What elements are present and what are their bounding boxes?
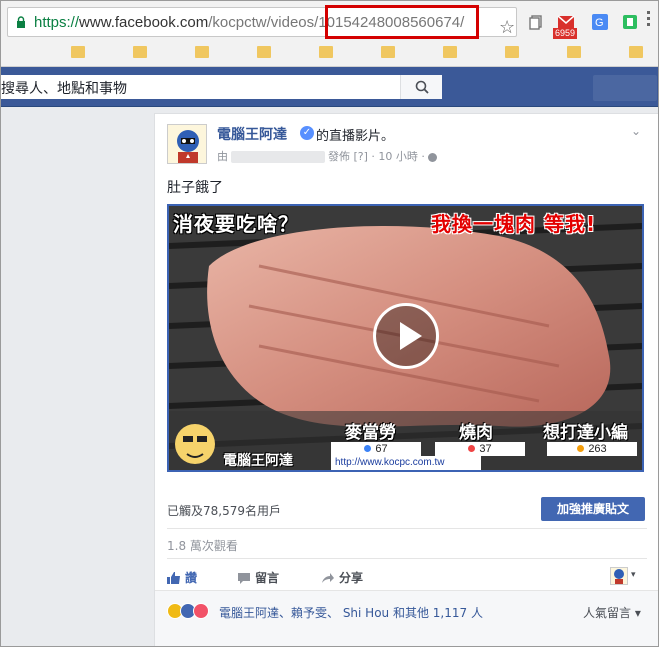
bookmark-folder-icon[interactable] [71, 46, 85, 58]
vote-count-value: 263 [588, 443, 607, 455]
video-caption-right: 我換一塊肉 等我! [431, 212, 597, 236]
reach-stats[interactable]: 已觸及78,579名用戶 [167, 502, 281, 519]
url-scheme: https:// [34, 14, 80, 31]
share-icon [322, 573, 334, 583]
verified-badge-icon: ✓ [300, 126, 314, 140]
video-site-url: http://www.kocpc.com.tw [331, 456, 481, 470]
play-button-icon[interactable] [373, 303, 439, 369]
divider [167, 558, 647, 559]
mail-count-badge: 6959 [553, 28, 578, 39]
facebook-header: 搜尋人、地點和事物 [1, 67, 658, 107]
like-label: 讚 [185, 571, 198, 585]
bookmark-folder-icon[interactable] [629, 46, 643, 58]
like-button[interactable]: 讚 [167, 569, 197, 586]
comment-icon [238, 573, 250, 584]
thumbs-up-icon [167, 572, 180, 584]
share-label: 分享 [339, 571, 364, 585]
post-options-chevron-icon[interactable]: ⌄ [631, 124, 641, 138]
view-count: 1.8 萬次觀看 [167, 539, 238, 553]
search-button[interactable] [400, 75, 442, 99]
comment-sort-dropdown[interactable]: 人氣留言 ▾ [583, 604, 641, 621]
meta-help-link[interactable]: [?] [354, 150, 368, 163]
post-action-text: 的直播影片。 [316, 129, 395, 144]
url-host: www.facebook.com [79, 14, 209, 31]
vote-dot-icon [468, 445, 476, 452]
url-path: /kocpctw/videos/ [208, 14, 319, 31]
bookmark-folder-icon[interactable] [319, 46, 333, 58]
video-caption-left: 消夜要吃啥？ [173, 212, 299, 236]
video-player[interactable]: 消夜要吃啥？ 我換一塊肉 等我! 麥當勞 燒肉 想打達小編 67 37 263 … [167, 204, 644, 472]
lock-icon [17, 16, 25, 28]
post-text: 肚子餓了 [167, 180, 223, 196]
vote-count: 67 [331, 442, 421, 456]
author-name-link[interactable]: 電腦王阿達 [217, 124, 287, 144]
meta-dot: · [421, 150, 425, 163]
bookmark-folder-icon[interactable] [257, 46, 271, 58]
post-card: 電腦王阿達 ✓ 的直播影片。 ⌄ 由 發佈 [?] · 10 小時 · 肚子餓了 [154, 113, 658, 646]
bookmark-folder-icon[interactable] [567, 46, 581, 58]
vote-option-label: 燒肉 [459, 423, 493, 443]
vote-count-value: 37 [479, 443, 492, 455]
vote-count: 37 [435, 442, 525, 456]
love-reaction-icon [193, 603, 209, 619]
search-input[interactable]: 搜尋人、地點和事物 [1, 75, 442, 99]
comment-label: 留言 [255, 571, 280, 585]
likers-summary[interactable]: 電腦王阿達、賴予雯、 Shi Hou 和其他 1,117 人 [219, 604, 483, 621]
search-icon [415, 80, 429, 94]
meta-posted: 發佈 [328, 150, 350, 163]
bookmark-folder-icon[interactable] [381, 46, 395, 58]
screenshot-frame: https://www.facebook.com/kocpctw/videos/… [0, 0, 659, 647]
vote-dot-icon [577, 445, 585, 452]
comment-button[interactable]: 留言 [237, 569, 279, 586]
bookmark-folder-icon[interactable] [505, 46, 519, 58]
post-meta: 由 發佈 [?] · 10 小時 · [217, 148, 437, 164]
globe-icon [427, 152, 437, 162]
author-avatar[interactable] [167, 124, 207, 164]
vote-option-label: 想打達小編 [543, 423, 628, 443]
redacted-name [231, 151, 325, 163]
browser-toolbar: https://www.facebook.com/kocpctw/videos/… [1, 1, 658, 67]
meta-dot: · [371, 150, 375, 163]
search-placeholder: 搜尋人、地點和事物 [1, 81, 127, 97]
bookmark-star-icon[interactable]: ☆ [499, 19, 515, 37]
reactions-bar: 電腦王阿達、賴予雯、 Shi Hou 和其他 1,117 人 人氣留言 ▾ [155, 590, 658, 646]
boost-post-button[interactable]: 加強推廣貼文 [541, 497, 645, 521]
vote-option-label: 麥當勞 [345, 423, 396, 443]
comment-sort-label: 人氣留言 [583, 606, 632, 620]
copy-extension-icon[interactable] [527, 13, 545, 31]
share-button[interactable]: 分享 [321, 569, 363, 586]
meta-by: 由 [217, 150, 228, 163]
evernote-extension-icon[interactable] [621, 13, 639, 31]
video-brand: 電腦王阿達 [223, 453, 293, 469]
bookmark-folder-icon[interactable] [195, 46, 209, 58]
caret-down-icon: ▾ [631, 606, 641, 620]
bookmark-folder-icon[interactable] [443, 46, 457, 58]
captain-avatar-icon [614, 569, 624, 584]
svg-text:G: G [595, 17, 604, 29]
post-as-avatar[interactable] [610, 567, 628, 585]
captain-avatar-icon [177, 130, 199, 163]
post-timestamp[interactable]: 10 小時 [378, 150, 418, 163]
reaction-icons[interactable] [167, 603, 217, 619]
vote-dot-icon [364, 445, 372, 452]
profile-shortcut[interactable] [593, 75, 657, 101]
vote-count: 263 [547, 442, 637, 456]
bookmarks-bar [1, 41, 658, 65]
post-as-chevron-icon[interactable]: ▾ [631, 570, 636, 580]
translate-extension-icon[interactable]: G [591, 13, 609, 31]
bookmark-folder-icon[interactable] [133, 46, 147, 58]
vote-count-value: 67 [375, 443, 388, 455]
highlight-box [325, 5, 479, 39]
chrome-menu-icon[interactable] [647, 11, 650, 29]
divider [167, 528, 647, 529]
